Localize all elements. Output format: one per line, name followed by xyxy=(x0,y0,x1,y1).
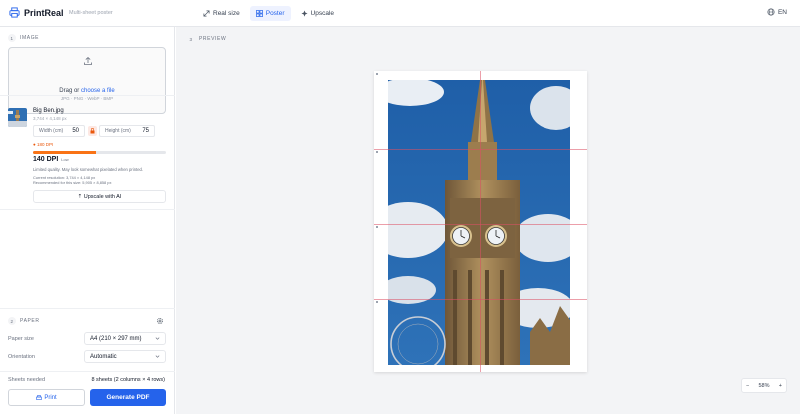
dropzone-formats: JPG · PNG · WebP · BMP xyxy=(60,96,114,101)
top-bar: PrintReal Multi-sheet poster Real size P… xyxy=(0,0,800,27)
sparkle-icon xyxy=(300,10,308,17)
print-button[interactable]: Print xyxy=(8,389,85,406)
choose-file-link[interactable]: choose a file xyxy=(81,88,115,94)
chevron-down-icon xyxy=(155,337,160,340)
section-title: IMAGE xyxy=(20,35,40,41)
step-badge: 1 xyxy=(8,34,16,42)
dpi-quality-tag: Low xyxy=(61,157,69,162)
dpi-readout: 140 DPI Low xyxy=(33,156,69,163)
printer-icon xyxy=(9,7,20,18)
expand-icon xyxy=(203,10,210,17)
step-badge: 3 xyxy=(189,36,193,42)
orientation-select[interactable]: Automatic xyxy=(84,350,166,363)
height-label: Height (cm) xyxy=(105,128,131,134)
paper-size-value: A4 (210 × 297 mm) xyxy=(90,335,142,342)
gear-icon[interactable] xyxy=(156,317,164,325)
preview-panel: 3 PREVIEW − 58% + xyxy=(176,27,800,414)
step-badge: 2 xyxy=(8,317,16,325)
divider xyxy=(0,209,175,210)
width-value[interactable]: 50 xyxy=(72,128,79,134)
crop-mark xyxy=(376,73,378,75)
file-name: Big Ben.jpg xyxy=(33,108,64,114)
height-value[interactable]: 75 xyxy=(142,128,149,134)
quality-meter-fill xyxy=(33,151,96,154)
brand[interactable]: PrintReal xyxy=(9,7,64,18)
height-field[interactable]: Height (cm) 75 xyxy=(99,125,155,137)
section-title: PAPER xyxy=(20,318,40,324)
mode-poster[interactable]: Poster xyxy=(249,6,291,21)
image-section-header: 1 IMAGE xyxy=(8,34,39,42)
lock-icon xyxy=(90,128,95,134)
dpi-value: 140 DPI xyxy=(33,156,59,163)
mode-switcher: Real size Poster Upscale xyxy=(197,6,340,21)
file-dimensions: 3,744 × 4,148 px xyxy=(33,116,67,121)
upload-icon xyxy=(84,56,92,65)
divider xyxy=(0,371,175,372)
divider xyxy=(0,308,175,309)
quality-meter xyxy=(33,151,166,154)
grid-icon xyxy=(255,10,263,17)
upscale-ai-button[interactable]: ⇡ Upscale with AI xyxy=(33,190,166,203)
preview-section-header: 3 PREVIEW xyxy=(187,35,226,43)
zoom-control: − 58% + xyxy=(741,378,787,393)
printer-icon xyxy=(36,394,43,400)
target-dpi: ● 180 DPI xyxy=(33,142,54,147)
cut-line-horizontal xyxy=(374,149,587,150)
generate-pdf-button[interactable]: Generate PDF xyxy=(90,389,166,406)
orientation-label: Orientation xyxy=(8,354,35,360)
zoom-out-button[interactable]: − xyxy=(746,383,749,389)
quality-warning: Limited quality. May look somewhat pixel… xyxy=(33,167,144,172)
aspect-lock-toggle[interactable] xyxy=(88,126,97,136)
print-label: Print xyxy=(44,394,57,401)
crop-mark xyxy=(376,226,378,228)
language-switcher[interactable]: EN xyxy=(767,8,787,16)
cut-line-horizontal xyxy=(374,299,587,300)
cut-line-horizontal xyxy=(374,224,587,225)
divider xyxy=(0,95,175,96)
zoom-in-button[interactable]: + xyxy=(779,383,782,389)
file-dropzone[interactable]: Drag or choose a file JPG · PNG · WebP ·… xyxy=(8,47,166,114)
poster-image xyxy=(388,80,570,365)
sheets-needed-label: Sheets needed xyxy=(8,377,46,383)
paper-size-select[interactable]: A4 (210 × 297 mm) xyxy=(84,332,166,345)
mode-label: Upscale xyxy=(310,10,335,17)
globe-icon xyxy=(767,8,775,16)
sidebar: 1 IMAGE Drag or choose a file JPG · PNG … xyxy=(0,27,175,414)
width-field[interactable]: Width (cm) 50 xyxy=(33,125,85,137)
crop-mark xyxy=(376,151,378,153)
recommended-resolution: Recommended for this size: 5,905 × 8,858… xyxy=(33,180,112,185)
zoom-level: 58% xyxy=(758,382,770,389)
cut-line-vertical xyxy=(480,71,481,372)
app-tagline: Multi-sheet poster xyxy=(69,10,113,16)
dropzone-prefix: Drag or xyxy=(59,88,80,94)
crop-mark xyxy=(376,301,378,303)
language-label: EN xyxy=(777,8,787,16)
sheets-needed-value: 8 sheets (2 columns × 4 rows) xyxy=(91,377,165,383)
app-name: PrintReal xyxy=(24,7,64,18)
mode-upscale[interactable]: Upscale xyxy=(295,6,340,21)
image-thumbnail xyxy=(8,108,27,127)
mode-label: Poster xyxy=(265,10,285,17)
paper-section-header: 2 PAPER xyxy=(8,317,40,325)
poster-preview[interactable] xyxy=(374,71,587,372)
dropzone-text: Drag or choose a file xyxy=(9,88,165,94)
mode-label: Real size xyxy=(213,10,240,17)
paper-size-label: Paper size xyxy=(8,336,34,342)
width-label: Width (cm) xyxy=(39,128,64,134)
orientation-value: Automatic xyxy=(90,353,117,360)
section-title: PREVIEW xyxy=(199,36,227,42)
chevron-down-icon xyxy=(155,355,160,358)
mode-real-size[interactable]: Real size xyxy=(197,6,246,21)
